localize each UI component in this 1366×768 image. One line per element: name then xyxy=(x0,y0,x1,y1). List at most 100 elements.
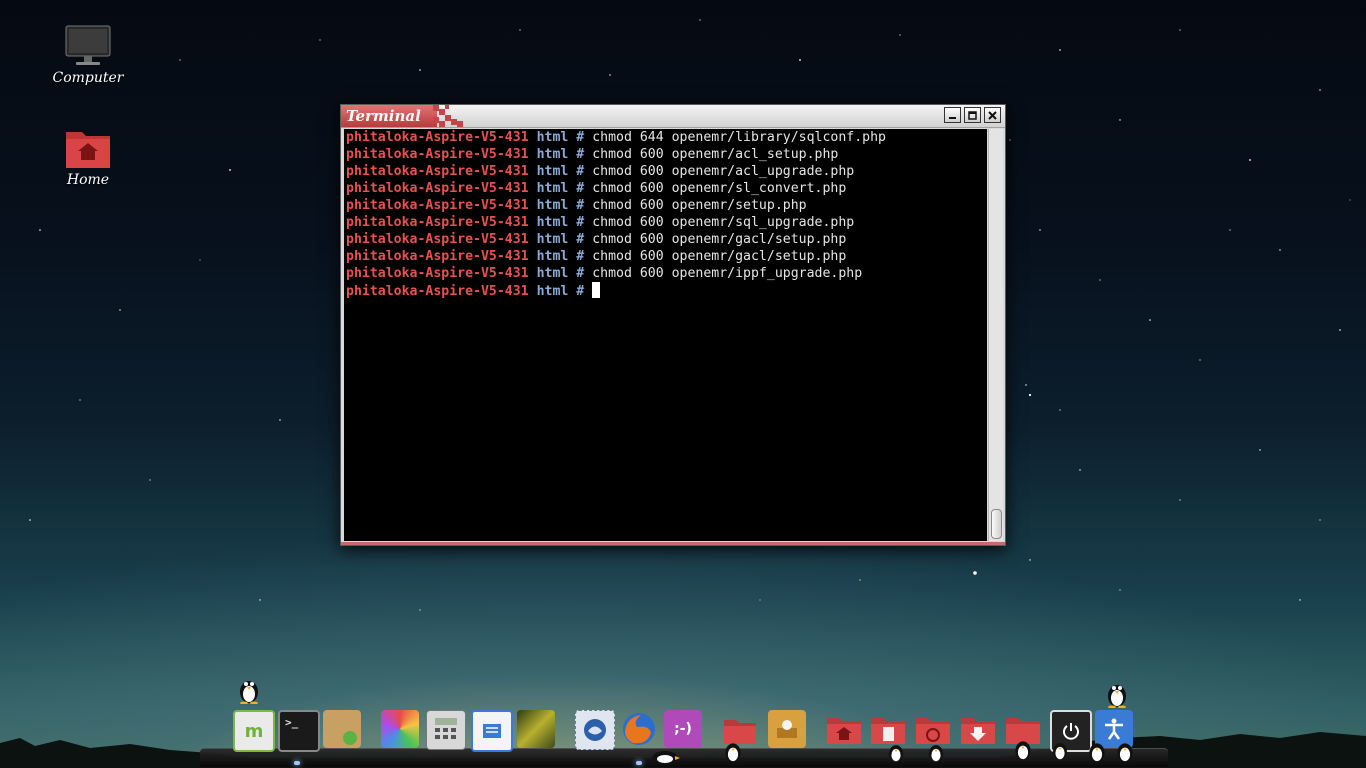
prompt-dir: html xyxy=(536,266,569,281)
command-text: chmod 600 openemr/ippf_upgrade.php xyxy=(592,266,863,281)
firefox-launcher[interactable] xyxy=(620,710,658,748)
archive-manager-icon xyxy=(777,720,797,738)
prompt-host: phitaloka-Aspire-V5-431 xyxy=(346,181,529,196)
terminal-line: phitaloka-Aspire-V5-431 html # xyxy=(344,282,987,299)
desktop-icon-label: Computer xyxy=(52,70,124,86)
terminal-line: phitaloka-Aspire-V5-431 html # chmod 600… xyxy=(344,197,987,214)
home-folder-icon xyxy=(64,126,112,170)
text-editor-launcher[interactable] xyxy=(471,710,513,752)
penguin-icon xyxy=(1117,743,1133,762)
prompt-dir: html xyxy=(536,215,569,230)
command-text: chmod 644 openemr/library/sqlconf.php xyxy=(592,130,886,145)
prompt-host: phitaloka-Aspire-V5-431 xyxy=(346,232,529,247)
prompt-symbol: # xyxy=(576,164,585,179)
penguin-icon xyxy=(889,745,903,762)
desktop-computer-icon[interactable]: Computer xyxy=(43,24,133,86)
command-text: chmod 600 openemr/setup.php xyxy=(592,198,807,213)
prompt-dir: html xyxy=(536,198,569,213)
command-text: chmod 600 openemr/sql_upgrade.php xyxy=(592,215,855,230)
command-text: chmod 600 openemr/acl_setup.php xyxy=(592,147,839,162)
paint-launcher[interactable] xyxy=(381,710,419,748)
terminal-line: phitaloka-Aspire-V5-431 html # chmod 600… xyxy=(344,214,987,231)
title-pixel-decoration xyxy=(433,105,463,127)
prompt-dir: html xyxy=(536,130,569,145)
prompt-symbol: # xyxy=(576,147,585,162)
penguin-icon xyxy=(240,681,258,704)
maximize-button[interactable] xyxy=(964,107,981,123)
chat-icon: ;-) xyxy=(674,721,692,737)
command-text: chmod 600 openemr/gacl/setup.php xyxy=(592,249,847,264)
close-button[interactable] xyxy=(984,107,1001,123)
prompt-dir: html xyxy=(536,181,569,196)
prompt-dir: html xyxy=(536,232,569,247)
prompt-host: phitaloka-Aspire-V5-431 xyxy=(346,266,529,281)
minimize-icon xyxy=(949,116,956,119)
text-editor-icon xyxy=(483,724,501,738)
terminal-titlebar[interactable]: Terminal xyxy=(341,105,1005,128)
scrollbar-thumb[interactable] xyxy=(991,509,1002,539)
prompt-symbol: # xyxy=(576,130,585,145)
penguin-icon xyxy=(652,751,680,765)
command-text: chmod 600 openemr/sl_convert.php xyxy=(592,181,847,196)
penguin-icon xyxy=(1089,743,1105,762)
prompt-symbol: # xyxy=(576,266,585,281)
penguin-icon xyxy=(1108,685,1126,708)
terminal-line: phitaloka-Aspire-V5-431 html # chmod 644… xyxy=(344,129,987,146)
running-indicator xyxy=(294,761,300,765)
prompt-dir: html xyxy=(536,284,569,299)
package-installer-launcher[interactable] xyxy=(323,710,361,748)
terminal-line: phitaloka-Aspire-V5-431 html # chmod 600… xyxy=(344,180,987,197)
maximize-icon xyxy=(968,110,977,120)
prompt-host: phitaloka-Aspire-V5-431 xyxy=(346,147,529,162)
close-icon xyxy=(988,110,997,120)
prompt-dir: html xyxy=(536,249,569,264)
prompt-host: phitaloka-Aspire-V5-431 xyxy=(346,215,529,230)
terminal-icon: >_ xyxy=(285,716,299,729)
prompt-symbol: # xyxy=(576,249,585,264)
mint-menu-button[interactable]: m xyxy=(233,710,275,752)
calculator-icon xyxy=(435,718,457,739)
thunderbird-launcher[interactable] xyxy=(575,710,615,750)
prompt-host: phitaloka-Aspire-V5-431 xyxy=(346,284,529,299)
window-title: Terminal xyxy=(346,107,421,125)
terminal-line: phitaloka-Aspire-V5-431 html # chmod 600… xyxy=(344,265,987,282)
desktop-icon-label: Home xyxy=(66,172,110,188)
image-viewer-launcher[interactable] xyxy=(517,710,555,748)
home-folder-launcher[interactable] xyxy=(825,710,863,748)
downloads-folder-launcher[interactable] xyxy=(959,710,997,748)
prompt-symbol: # xyxy=(576,284,585,299)
terminal-launcher[interactable]: >_ xyxy=(278,710,320,752)
package-installer-icon xyxy=(343,731,357,745)
prompt-symbol: # xyxy=(576,181,585,196)
penguin-icon xyxy=(1015,741,1031,760)
monitor-icon xyxy=(64,24,112,68)
penguin-icon xyxy=(1053,743,1067,760)
command-text: chmod 600 openemr/acl_upgrade.php xyxy=(592,164,855,179)
text-cursor xyxy=(592,282,601,298)
prompt-host: phitaloka-Aspire-V5-431 xyxy=(346,198,529,213)
command-text: chmod 600 openemr/gacl/setup.php xyxy=(592,232,847,247)
firefox-icon xyxy=(623,713,655,745)
terminal-output[interactable]: phitaloka-Aspire-V5-431 html # chmod 644… xyxy=(344,129,987,541)
terminal-line: phitaloka-Aspire-V5-431 html # chmod 600… xyxy=(344,163,987,180)
mint-menu-icon: m xyxy=(244,720,264,742)
terminal-line: phitaloka-Aspire-V5-431 html # chmod 600… xyxy=(344,146,987,163)
chat-launcher[interactable]: ;-) xyxy=(664,710,702,748)
prompt-dir: html xyxy=(536,164,569,179)
thunderbird-mail-icon xyxy=(584,719,606,741)
terminal-window[interactable]: Terminal phitaloka-Aspire-V5-431 html # … xyxy=(340,104,1006,546)
penguin-icon xyxy=(929,745,943,762)
desktop-home-icon[interactable]: Home xyxy=(43,126,133,188)
prompt-host: phitaloka-Aspire-V5-431 xyxy=(346,249,529,264)
window-bottom-border xyxy=(341,542,1005,545)
home-folder-icon xyxy=(827,718,861,744)
archive-manager-launcher[interactable] xyxy=(768,710,806,748)
downloads-folder-icon xyxy=(961,718,995,744)
window-controls xyxy=(944,107,1001,123)
calculator-launcher[interactable] xyxy=(426,710,466,750)
minimize-button[interactable] xyxy=(944,107,961,123)
terminal-line: phitaloka-Aspire-V5-431 html # chmod 600… xyxy=(344,248,987,265)
prompt-symbol: # xyxy=(576,215,585,230)
vertical-scrollbar[interactable] xyxy=(988,129,1003,541)
prompt-host: phitaloka-Aspire-V5-431 xyxy=(346,130,529,145)
